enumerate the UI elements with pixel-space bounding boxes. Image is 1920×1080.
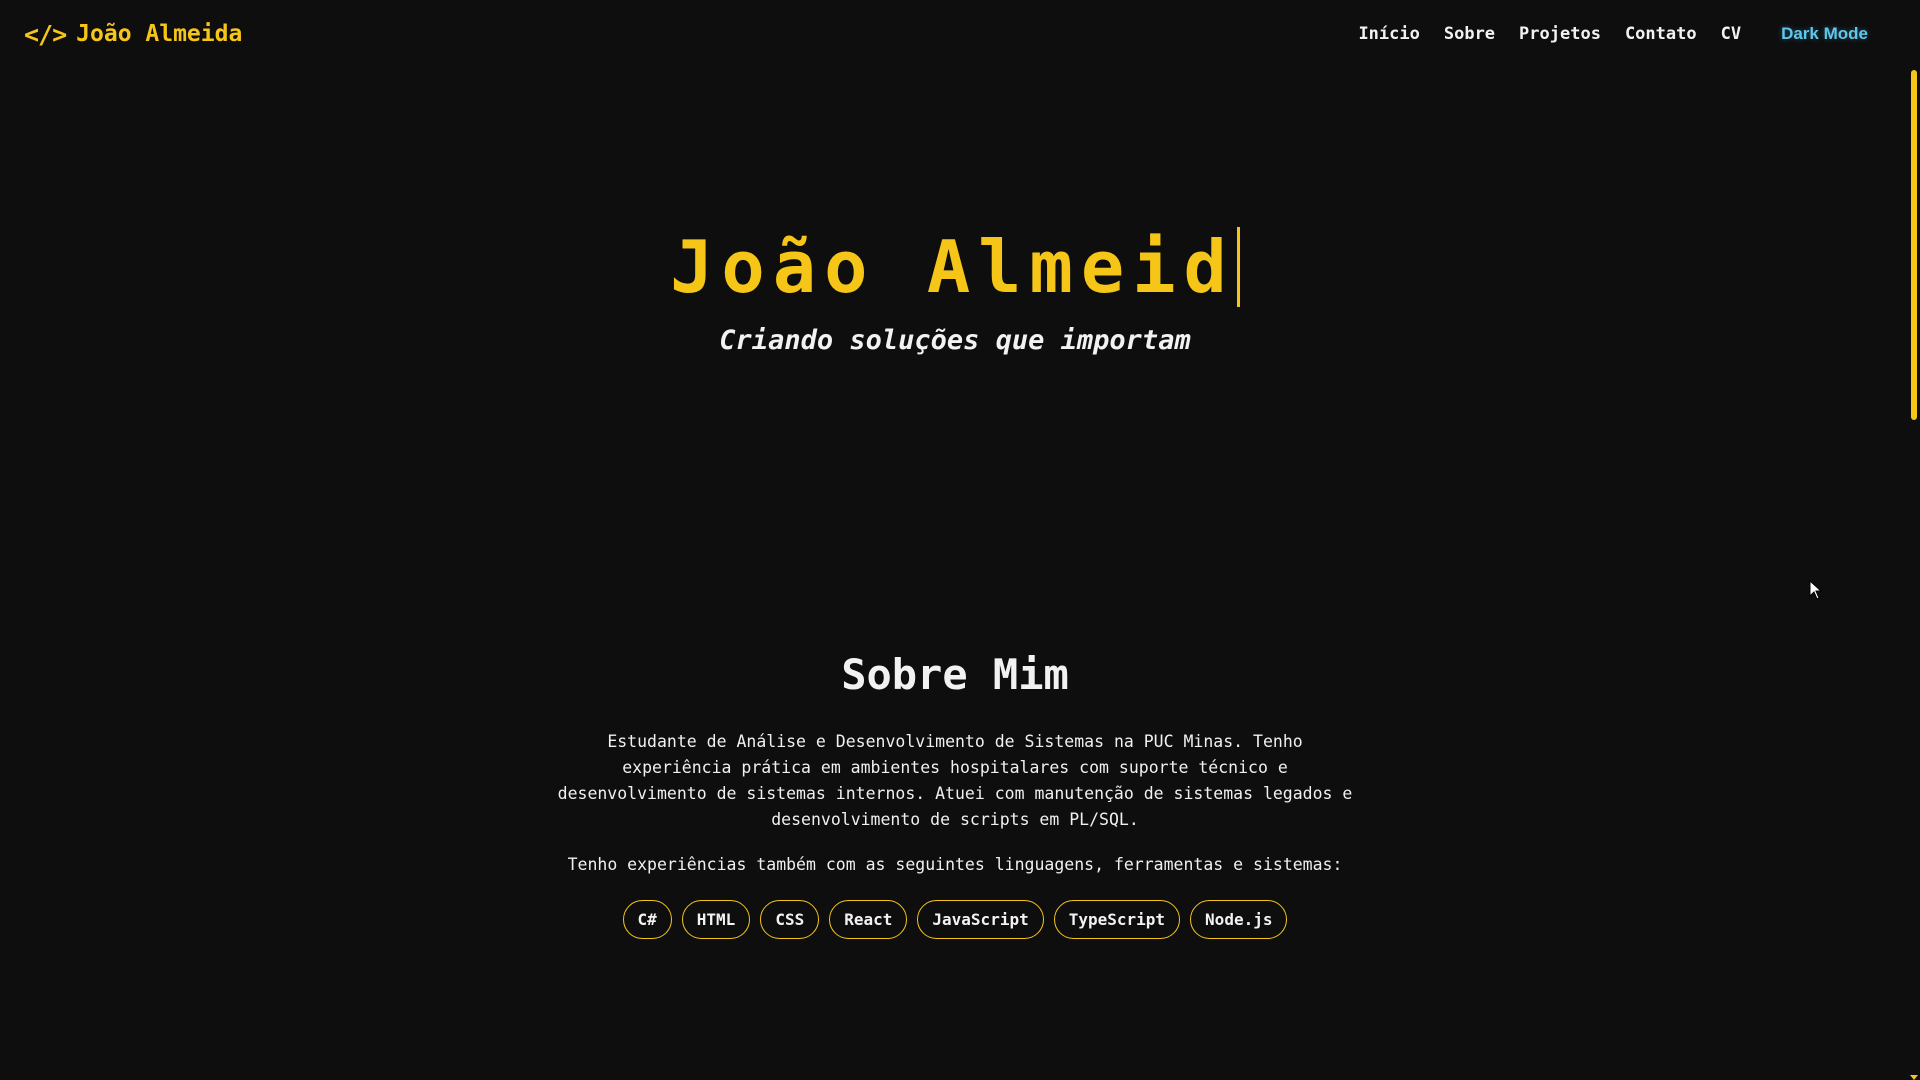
code-icon: </> (24, 19, 67, 49)
nav-links: Início Sobre Projetos Contato CV Dark Mo… (1358, 24, 1868, 44)
skill-tag: C# (622, 900, 672, 939)
typing-caret (1236, 227, 1240, 307)
about-title: Sobre Mim (841, 650, 1069, 699)
nav-link-contato[interactable]: Contato (1625, 24, 1697, 44)
navbar: </> João Almeida Início Sobre Projetos C… (0, 0, 1900, 68)
hero-title: João Almeid (670, 225, 1235, 309)
skill-tag: React (829, 900, 908, 939)
skills-list: C# HTML CSS React JavaScript TypeScript … (0, 900, 1910, 939)
nav-link-cv[interactable]: CV (1721, 24, 1741, 44)
brand-name: João Almeida (76, 21, 243, 47)
hero-subtitle: Criando soluções que importam (719, 325, 1191, 356)
about-paragraph: Estudante de Análise e Desenvolvimento d… (557, 732, 1353, 829)
skill-tag: HTML (681, 900, 751, 939)
skill-tag: JavaScript (917, 900, 1044, 939)
about-section: Sobre Mim Estudante de Análise e Desenvo… (0, 650, 1910, 939)
nav-link-inicio[interactable]: Início (1358, 24, 1419, 44)
skill-tag: Node.js (1190, 900, 1288, 939)
hero-section: João Almeid Criando soluções que importa… (0, 225, 1910, 356)
skill-tag: TypeScript (1053, 900, 1181, 939)
scrollbar[interactable] (1908, 0, 1920, 1080)
nav-link-projetos[interactable]: Projetos (1519, 24, 1601, 44)
nav-link-sobre[interactable]: Sobre (1444, 24, 1495, 44)
dark-mode-toggle[interactable]: Dark Mode (1781, 24, 1868, 44)
scroll-down-arrow-icon[interactable] (1910, 1075, 1918, 1080)
page: </> João Almeida Início Sobre Projetos C… (0, 0, 1920, 1080)
skill-tag: CSS (760, 900, 820, 939)
scrollbar-thumb[interactable] (1911, 70, 1917, 420)
skills-intro: Tenho experiências também com as seguint… (567, 855, 1343, 874)
hero-title-wrap: João Almeid (670, 225, 1240, 309)
brand-logo[interactable]: </> João Almeida (24, 20, 242, 49)
